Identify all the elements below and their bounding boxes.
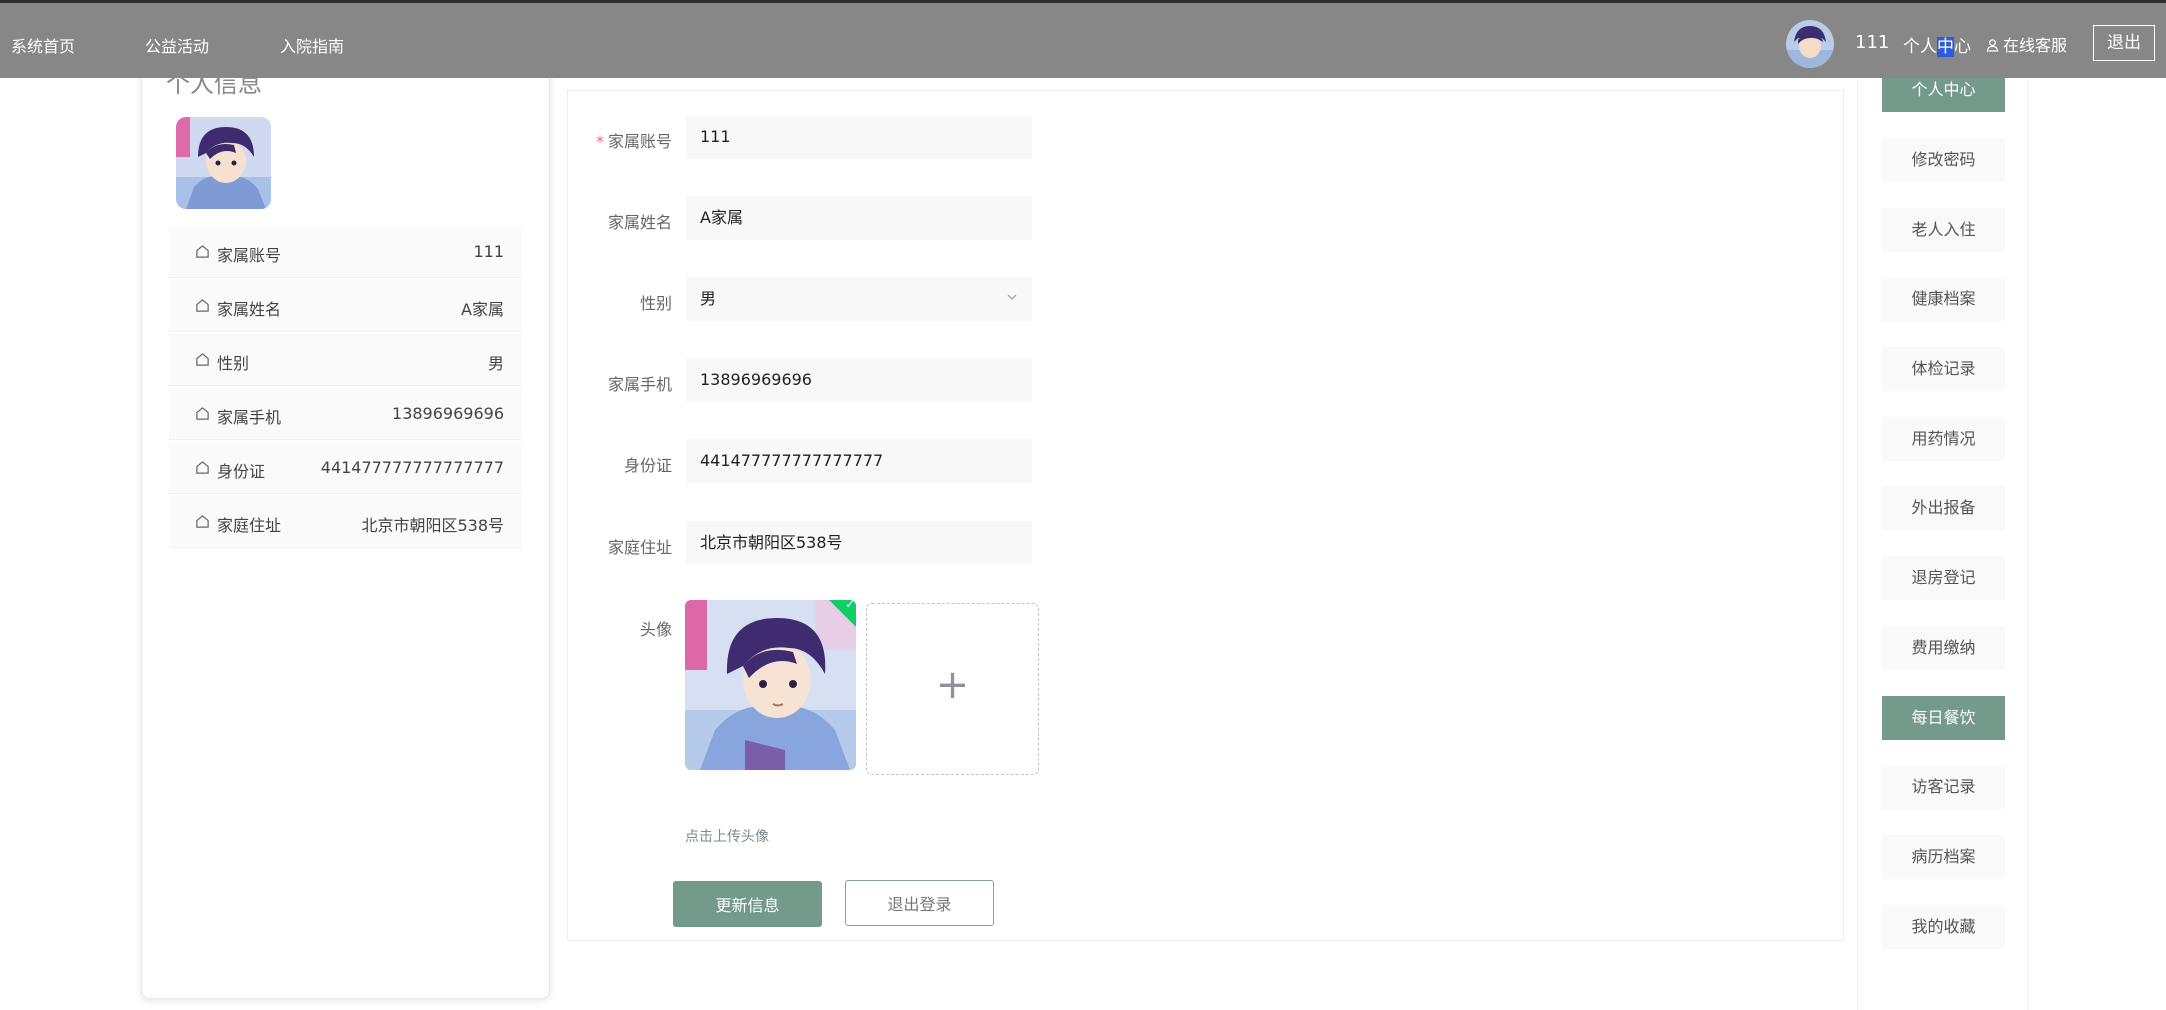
address-input[interactable] [686, 521, 1032, 565]
info-value: 13896969696 [392, 404, 504, 423]
menu-health-records[interactable]: 健康档案 [1882, 277, 2005, 321]
form-label-phone: 家属手机 [607, 375, 672, 394]
home-icon [196, 299, 209, 312]
home-icon [196, 353, 209, 366]
info-value: 441477777777777777 [320, 458, 504, 477]
nav-charity-activities[interactable]: 公益活动 [145, 33, 209, 57]
menu-visitor-records[interactable]: 访客记录 [1882, 765, 2005, 809]
menu-physical-exam[interactable]: 体检记录 [1882, 347, 2005, 391]
top-navbar: 系统首页 公益活动 入院指南 111 个人中心 在线客服 退出 [0, 0, 2166, 78]
top-logout-button[interactable]: 退出 [2093, 25, 2155, 61]
account-input[interactable] [686, 115, 1032, 159]
form-label-gender: 性别 [639, 294, 672, 313]
info-value: A家属 [461, 300, 504, 319]
info-label: 家庭住址 [217, 516, 282, 535]
text-selection: 中 [1937, 37, 1954, 57]
nav-avatar[interactable] [1786, 20, 1834, 68]
nav-service-label: 在线客服 [2003, 36, 2068, 55]
info-row-address: 家庭住址 北京市朝阳区538号 [169, 496, 522, 548]
info-row-id-card: 身份证 441477777777777777 [169, 442, 522, 494]
logout-button[interactable]: 退出登录 [845, 880, 994, 926]
menu-elder-check-in[interactable]: 老人入住 [1882, 208, 2005, 252]
info-row-name: 家属姓名 A家属 [169, 280, 522, 332]
info-row-account: 家属账号 111 [169, 226, 522, 278]
menu-checkout[interactable]: 退房登记 [1882, 556, 2005, 600]
user-icon [1986, 39, 1999, 52]
menu-fee-payment[interactable]: 费用缴纳 [1882, 626, 2005, 670]
home-icon [196, 515, 209, 528]
required-mark: * [595, 132, 604, 151]
form-label-avatar: 头像 [639, 620, 672, 639]
form-label-account: * 家属账号 [562, 128, 672, 152]
info-value: 男 [487, 354, 504, 373]
nav-admission-guide[interactable]: 入院指南 [280, 33, 344, 57]
nav-home[interactable]: 系统首页 [11, 33, 75, 57]
id-card-input[interactable] [686, 439, 1032, 483]
check-icon: ✓ [844, 600, 856, 612]
nav-personal-center[interactable]: 个人中心 [1903, 32, 1971, 57]
name-input[interactable] [686, 196, 1032, 240]
avatar-upload-button[interactable]: + [866, 603, 1039, 775]
menu-daily-meals[interactable]: 每日餐饮 [1882, 696, 2005, 740]
menu-outing-report[interactable]: 外出报备 [1882, 486, 2005, 530]
nav-online-service[interactable]: 在线客服 [1986, 32, 2067, 56]
gender-select-value: 男 [700, 289, 717, 308]
menu-medication[interactable]: 用药情况 [1882, 417, 2005, 461]
profile-avatar [176, 117, 271, 209]
update-info-button[interactable]: 更新信息 [673, 881, 822, 927]
home-icon [196, 407, 209, 420]
nav-username[interactable]: 111 [1855, 32, 1889, 53]
info-value: 111 [473, 242, 504, 261]
info-label: 家属姓名 [217, 300, 282, 319]
menu-change-password[interactable]: 修改密码 [1882, 138, 2005, 182]
upload-tip: 点击上传头像 [685, 829, 769, 845]
form-label-address: 家庭住址 [607, 538, 672, 557]
plus-icon: + [935, 662, 970, 708]
chevron-down-icon [1007, 294, 1017, 300]
form-label-name: 家属姓名 [607, 213, 672, 232]
form-label-text: 家属账号 [607, 132, 672, 151]
info-row-phone: 家属手机 13896969696 [169, 388, 522, 440]
menu-my-favorites[interactable]: 我的收藏 [1882, 905, 2005, 949]
home-icon [196, 245, 209, 258]
info-value: 北京市朝阳区538号 [361, 516, 504, 535]
nav-center-text-end: 心 [1954, 37, 1971, 57]
phone-input[interactable] [686, 358, 1032, 402]
form-label-id-card: 身份证 [623, 456, 672, 475]
profile-info-title: 个人信息 [166, 70, 262, 98]
info-label: 家属手机 [217, 408, 282, 427]
uploaded-avatar-preview[interactable]: ✓ [685, 600, 856, 770]
info-label: 身份证 [217, 462, 266, 481]
gender-select[interactable]: 男 [686, 277, 1032, 321]
info-label: 家属账号 [217, 246, 282, 265]
menu-medical-records[interactable]: 病历档案 [1882, 835, 2005, 879]
nav-center-text: 个人 [1903, 37, 1937, 57]
info-label: 性别 [217, 354, 250, 373]
home-icon [196, 461, 209, 474]
info-row-gender: 性别 男 [169, 334, 522, 386]
